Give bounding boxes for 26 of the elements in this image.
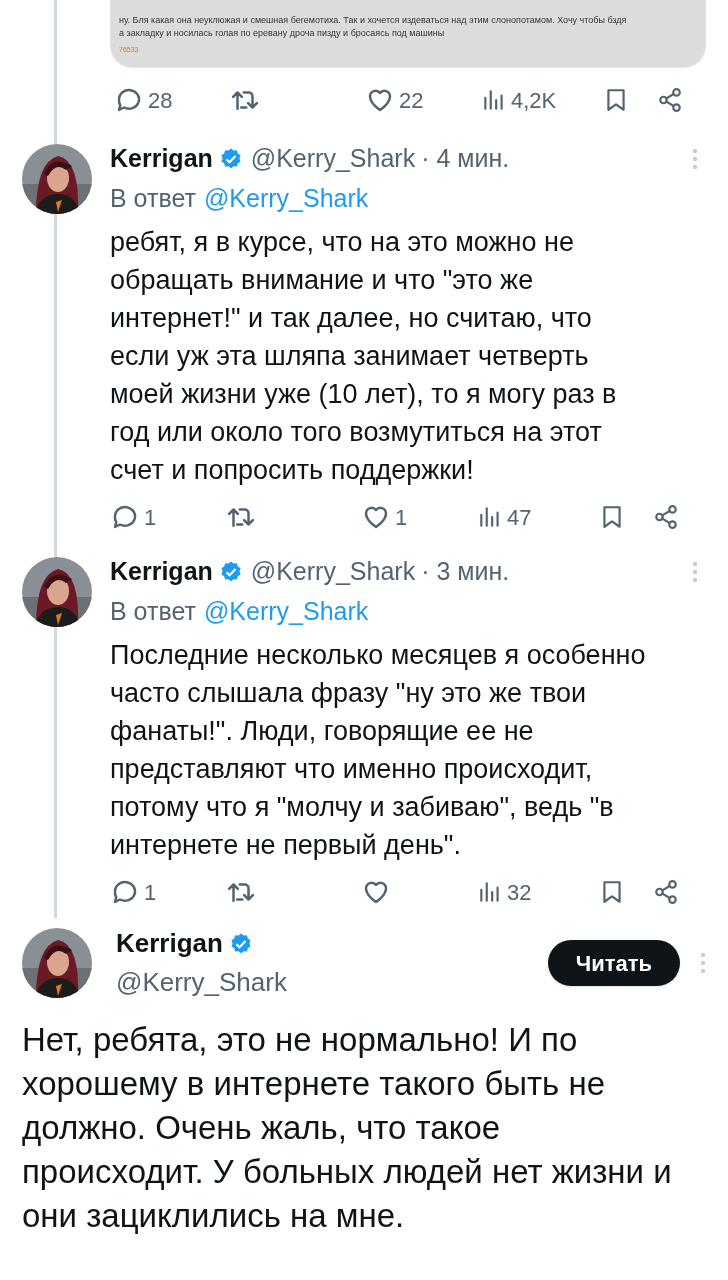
author-name: Kerrigan	[110, 143, 213, 174]
post-text: Нет, ребята, это не нормально! И по хорошему в интернете такого быть не должно. Очень жаль, что такое происходит. У больных людей нет жизни и они зациклились на мне.	[22, 1020, 673, 1236]
follow-button[interactable]: Читать	[547, 940, 680, 986]
mention-link[interactable]: @Kerry_Shark	[203, 179, 369, 217]
reply-count: 1	[144, 503, 157, 532]
post-text: Последние несколько месяцев я особенно часто слышала фразу "ну это же твои фанаты!". Люди, говорящие ее не представляют что именно происходит, потому что я "молчу и забиваю", ведь "в интернете не первый день".	[110, 639, 647, 862]
author-handle: @Kerry_Shark	[250, 143, 416, 174]
author-handle: @Kerry_Shark	[250, 556, 416, 587]
screenshot-text-line: а закладку и носилась голая по еревану дроча пизду и бросаясь под машины	[119, 27, 446, 40]
reply-count: 28	[148, 86, 173, 115]
view-count: 4,2K	[511, 86, 557, 115]
screenshot-text-line: ну. Бля какая она неуклюжая и смешная бегемотиха. Так и хочется издеваться над этим слонопотамом. Хочу чтобы бздя	[119, 14, 628, 27]
post-time: · 3 мин.	[421, 556, 510, 587]
reply-label: В ответ	[110, 182, 196, 214]
view-count: 47	[507, 503, 532, 532]
like-count: 1	[395, 503, 408, 532]
view-count: 32	[507, 878, 532, 907]
author-name: Kerrigan	[110, 556, 213, 587]
post-text: ребят, я в курсе, что на это можно не обращать внимание и что "это же интернет!" и так далее, но считаю, что если уж эта шляпа занимает четверть моей жизни уже (10 лет), то я могу раз в год или около того возмутиться на этот счет и попросить поддержки!	[110, 226, 618, 487]
like-count: 22	[399, 86, 424, 115]
post-time: · 4 мин.	[421, 143, 510, 174]
mention-link[interactable]: @Kerry_Shark	[203, 592, 369, 630]
reply-label: В ответ	[110, 595, 196, 627]
reply-count: 1	[144, 878, 157, 907]
author-name: Kerrigan	[116, 927, 223, 960]
author-handle: @Kerry_Shark	[116, 966, 287, 999]
